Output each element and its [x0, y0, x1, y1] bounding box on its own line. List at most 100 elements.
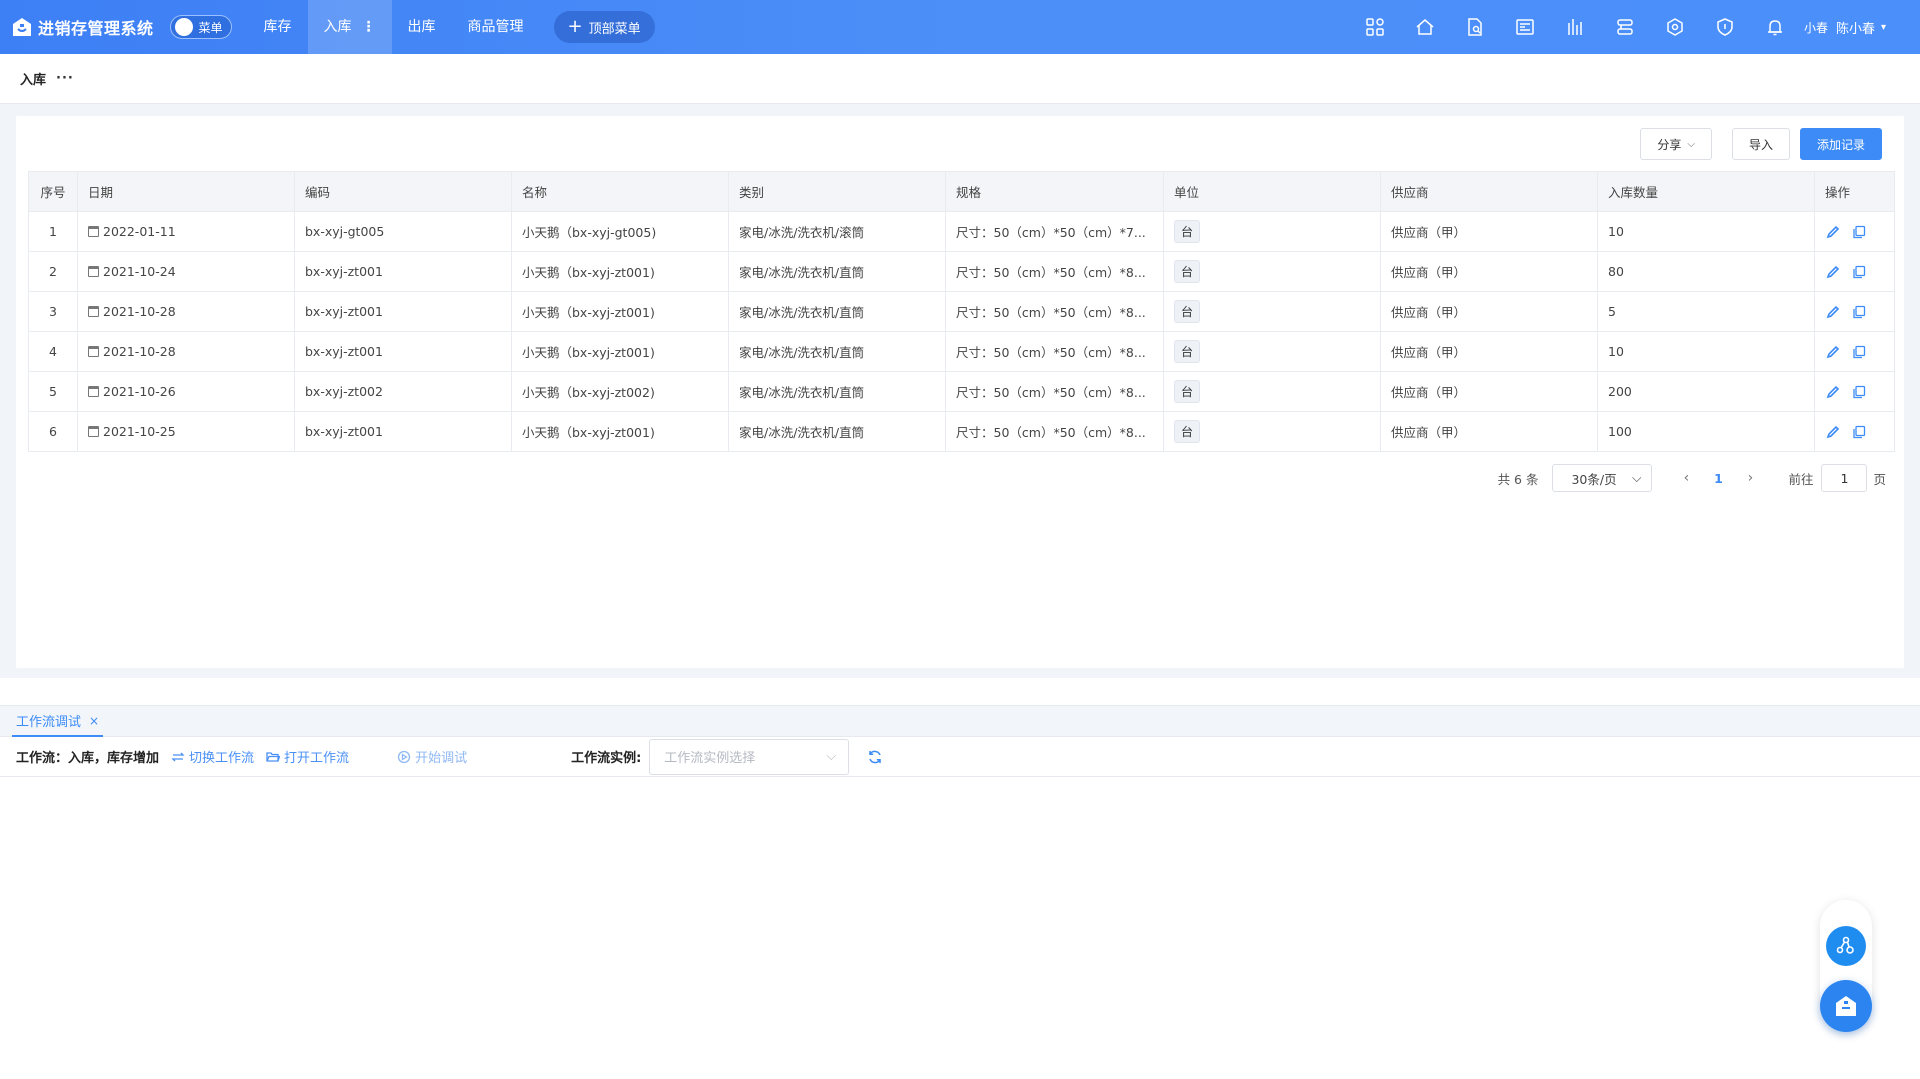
shield-icon[interactable]	[1700, 0, 1750, 54]
cell-qty: 80	[1597, 251, 1815, 292]
top-menu-button[interactable]: + 顶部菜单	[553, 11, 655, 43]
copy-icon[interactable]	[1851, 224, 1867, 240]
edit-icon[interactable]	[1825, 224, 1841, 240]
edit-icon[interactable]	[1825, 264, 1841, 280]
cell-name: 小天鹅（bx-xyj-zt001)	[511, 331, 729, 372]
chart-icon[interactable]	[1550, 0, 1600, 54]
cell-date: 2021-10-25	[77, 411, 295, 452]
cell-no: 2	[28, 251, 78, 292]
home-float-button[interactable]	[1820, 980, 1872, 1032]
cell-name: 小天鹅（bx-xyj-zt001)	[511, 251, 729, 292]
cell-actions	[1814, 211, 1895, 252]
copy-icon[interactable]	[1851, 264, 1867, 280]
cell-no: 1	[28, 211, 78, 252]
more-vertical-icon[interactable]: ⋮	[362, 0, 376, 54]
cell-category: 家电/冰洗/洗衣机/直筒	[728, 251, 946, 292]
column-header[interactable]: 名称	[511, 171, 729, 212]
add-record-label: 添加记录	[1816, 137, 1865, 152]
import-button[interactable]: 导入	[1731, 128, 1790, 160]
table-row[interactable]: 4 2021-10-28 bx-xyj-zt001 小天鹅（bx-xyj-zt001)…	[28, 331, 1895, 372]
workflow-settings-button[interactable]	[1826, 926, 1866, 966]
edit-icon[interactable]	[1825, 304, 1841, 320]
brand[interactable]: 进销存管理系统	[0, 0, 154, 54]
report-icon[interactable]	[1500, 0, 1550, 54]
close-icon[interactable]: ×	[89, 714, 99, 728]
folder-open-icon	[266, 751, 281, 762]
switch-workflow-button[interactable]: 切换工作流	[171, 747, 254, 766]
edit-icon[interactable]	[1825, 384, 1841, 400]
column-header[interactable]: 供应商	[1380, 171, 1598, 212]
nav-item-inventory[interactable]: 库存	[248, 0, 308, 54]
page-size-select[interactable]: 30条/页 ⌵	[1552, 464, 1653, 492]
start-debug-button[interactable]: 开始调试	[397, 747, 467, 766]
column-header[interactable]: 入库数量	[1597, 171, 1815, 212]
column-header: 序号	[28, 171, 78, 212]
cell-actions	[1814, 291, 1895, 332]
calendar-icon	[88, 426, 99, 437]
column-header[interactable]: 类别	[728, 171, 946, 212]
column-header[interactable]: 单位	[1163, 171, 1381, 212]
table-row[interactable]: 5 2021-10-26 bx-xyj-zt002 小天鹅（bx-xyj-zt002)…	[28, 371, 1895, 412]
refresh-icon[interactable]	[867, 749, 883, 765]
nav-item-product-management[interactable]: 商品管理	[452, 0, 540, 54]
nav-item-stock-in[interactable]: 入库 ⋮	[307, 0, 392, 54]
table-row[interactable]: 2 2021-10-24 bx-xyj-zt001 小天鹅（bx-xyj-zt001)…	[28, 251, 1895, 292]
home-icon[interactable]	[1400, 0, 1450, 54]
cell-code: bx-xyj-zt001	[294, 251, 512, 292]
edit-icon[interactable]	[1825, 344, 1841, 360]
cell-name: 小天鹅（bx-xyj-zt002)	[511, 371, 729, 412]
calendar-icon	[88, 346, 99, 357]
column-header[interactable]: 日期	[77, 171, 295, 212]
cell-no: 4	[28, 331, 78, 372]
bell-icon[interactable]	[1750, 0, 1800, 54]
storage-icon[interactable]	[1600, 0, 1650, 54]
copy-icon[interactable]	[1851, 384, 1867, 400]
tab-label: 工作流调试	[16, 715, 82, 730]
network-icon[interactable]	[1650, 0, 1700, 54]
top-nav: 库存 入库 ⋮ 出库 商品管理 + 顶部菜单	[248, 0, 655, 54]
open-workflow-button[interactable]: 打开工作流	[266, 747, 349, 766]
apps-icon[interactable]	[1350, 0, 1400, 54]
prev-page-icon[interactable]: ‹	[1672, 470, 1700, 486]
cell-category: 家电/冰洗/洗衣机/直筒	[728, 411, 946, 452]
pagination-total: 共 6 条	[1497, 471, 1539, 487]
breadcrumb-more-icon[interactable]: ···	[56, 71, 74, 86]
date-value: 2021-10-28	[103, 344, 176, 359]
cell-code: bx-xyj-zt001	[294, 411, 512, 452]
cell-actions	[1814, 371, 1895, 412]
cell-qty: 100	[1597, 411, 1815, 452]
next-page-icon[interactable]: ›	[1736, 470, 1764, 486]
document-search-icon[interactable]	[1450, 0, 1500, 54]
copy-icon[interactable]	[1851, 344, 1867, 360]
edit-icon[interactable]	[1825, 424, 1841, 440]
page-number-current[interactable]: 1	[1700, 471, 1736, 486]
calendar-icon	[88, 226, 99, 237]
tab-workflow-debug[interactable]: 工作流调试 ×	[12, 706, 104, 737]
unit-tag: 台	[1174, 380, 1201, 403]
column-header[interactable]: 编码	[294, 171, 512, 212]
cell-qty: 200	[1597, 371, 1815, 412]
copy-icon[interactable]	[1851, 424, 1867, 440]
chevron-down-icon: ⌵	[1631, 470, 1642, 485]
share-button[interactable]: 分享 ⌵	[1640, 128, 1712, 160]
add-record-button[interactable]: 添加记录	[1799, 128, 1882, 160]
table-row[interactable]: 3 2021-10-28 bx-xyj-zt001 小天鹅（bx-xyj-zt001)…	[28, 291, 1895, 332]
unit-tag: 台	[1174, 340, 1201, 363]
open-workflow-label: 打开工作流	[284, 751, 350, 766]
nav-item-stock-out[interactable]: 出库	[392, 0, 452, 54]
workflow-instance-select[interactable]: 工作流实例选择 ⌵	[649, 738, 850, 775]
import-label: 导入	[1748, 137, 1773, 152]
table-row[interactable]: 6 2021-10-25 bx-xyj-zt001 小天鹅（bx-xyj-zt001)…	[28, 411, 1895, 452]
user-menu[interactable]: 小春 陈小春 ▾	[1804, 0, 1886, 54]
goto-page-input[interactable]	[1821, 464, 1868, 492]
cell-supplier: 供应商（甲）	[1380, 211, 1598, 252]
cell-date: 2021-10-28	[77, 331, 295, 372]
goto-label: 前往	[1788, 471, 1814, 487]
menu-toggle[interactable]: 菜单	[169, 15, 232, 39]
column-header[interactable]: 规格	[945, 171, 1164, 212]
cell-no: 6	[28, 411, 78, 452]
table-row[interactable]: 1 2022-01-11 bx-xyj-gt005 小天鹅（bx-xyj-gt005)…	[28, 211, 1895, 252]
copy-icon[interactable]	[1851, 304, 1867, 320]
cell-name: 小天鹅（bx-xyj-zt001)	[511, 291, 729, 332]
unit-tag: 台	[1174, 220, 1201, 243]
